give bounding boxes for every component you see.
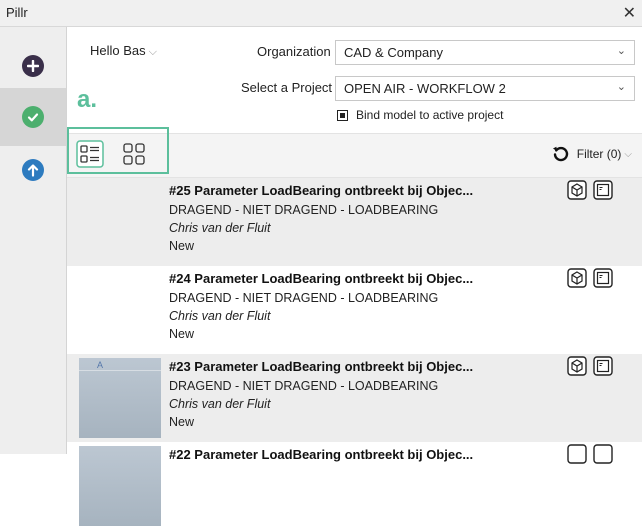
model-view-icon[interactable]	[567, 444, 587, 464]
issue-title: #25 Parameter LoadBearing ontbreekt bij …	[169, 183, 474, 198]
chevron-down-icon: ⌵	[148, 46, 157, 58]
issue-title: #24 Parameter LoadBearing ontbreekt bij …	[169, 271, 474, 286]
snapshot-icon[interactable]	[593, 268, 613, 288]
bind-model-checkbox[interactable]	[337, 109, 348, 121]
model-view-icon[interactable]	[567, 180, 587, 200]
organization-select[interactable]: CAD & Company ⌄	[335, 40, 635, 65]
issue-row[interactable]: A #23 Parameter LoadBearing ontbreekt bi…	[67, 354, 642, 442]
thumbnail-line	[79, 370, 161, 371]
issue-author: Chris van der Fluit	[169, 397, 271, 411]
filter-label: Filter (0)	[576, 147, 622, 161]
project-label: Select a Project	[241, 80, 333, 95]
refresh-button[interactable]	[550, 143, 572, 165]
annotation-a: a.	[77, 86, 98, 113]
model-view-icon[interactable]	[567, 268, 587, 288]
check-icon	[22, 106, 44, 128]
chevron-down-icon: ⌵	[624, 148, 632, 160]
chevron-down-icon: ⌄	[616, 45, 626, 57]
bind-model-row: Bind model to active project	[337, 108, 503, 122]
issue-row[interactable]: #25 Parameter LoadBearing ontbreekt bij …	[67, 178, 642, 266]
sidebar-item-upload[interactable]	[0, 141, 66, 199]
list-view-button[interactable]	[75, 139, 105, 169]
window-title: Pillr	[6, 5, 28, 20]
organization-value: CAD & Company	[344, 45, 443, 60]
organization-label: Organization	[257, 44, 331, 59]
issue-row[interactable]: #24 Parameter LoadBearing ontbreekt bij …	[67, 266, 642, 354]
sidebar	[0, 27, 67, 454]
project-select[interactable]: OPEN AIR - WORKFLOW 2 ⌄	[335, 76, 635, 101]
issue-list: #25 Parameter LoadBearing ontbreekt bij …	[67, 178, 642, 526]
sidebar-item-add[interactable]	[0, 37, 66, 95]
sidebar-item-issues[interactable]	[0, 88, 66, 146]
issue-author: Chris van der Fluit	[169, 309, 271, 323]
list-view-icon	[76, 140, 104, 168]
user-menu[interactable]: Hello Bas ⌵	[90, 43, 157, 59]
issue-status: New	[169, 239, 195, 253]
issue-status: New	[169, 415, 195, 429]
snapshot-icon[interactable]	[593, 444, 613, 464]
greeting-text: Hello Bas	[90, 43, 146, 58]
bind-model-label: Bind model to active project	[356, 108, 504, 122]
issue-title: #22 Parameter LoadBearing ontbreekt bij …	[169, 447, 474, 462]
header: Hello Bas ⌵ Organization CAD & Company ⌄ …	[67, 27, 642, 133]
issue-thumbnail: A	[79, 358, 161, 438]
snapshot-icon[interactable]	[593, 356, 613, 376]
list-toolbar: Filter (0) ⌵	[67, 127, 642, 178]
close-icon[interactable]: ✕	[623, 3, 636, 23]
model-view-icon[interactable]	[567, 356, 587, 376]
add-icon	[22, 55, 44, 77]
thumbnail-letter: A	[97, 360, 104, 370]
issue-subtitle: DRAGEND - NIET DRAGEND - LOADBEARING	[169, 203, 439, 217]
issue-title: #23 Parameter LoadBearing ontbreekt bij …	[169, 359, 474, 374]
issue-subtitle: DRAGEND - NIET DRAGEND - LOADBEARING	[169, 291, 439, 305]
checkbox-mark	[340, 112, 345, 118]
grid-view-button[interactable]	[119, 139, 149, 169]
title-bar: Pillr ✕	[0, 0, 642, 27]
refresh-icon	[553, 146, 569, 162]
issue-author: Chris van der Fluit	[169, 221, 271, 235]
filter-dropdown[interactable]: Filter (0) ⌵	[577, 147, 632, 161]
issue-subtitle: DRAGEND - NIET DRAGEND - LOADBEARING	[169, 379, 439, 393]
issue-thumbnail	[79, 446, 161, 526]
chevron-down-icon: ⌄	[616, 81, 626, 93]
snapshot-icon[interactable]	[593, 180, 613, 200]
issue-row[interactable]: #22 Parameter LoadBearing ontbreekt bij …	[67, 442, 642, 530]
grid-view-icon	[123, 143, 145, 165]
project-value: OPEN AIR - WORKFLOW 2	[344, 81, 506, 96]
upload-icon	[22, 159, 44, 181]
issue-status: New	[169, 327, 195, 341]
